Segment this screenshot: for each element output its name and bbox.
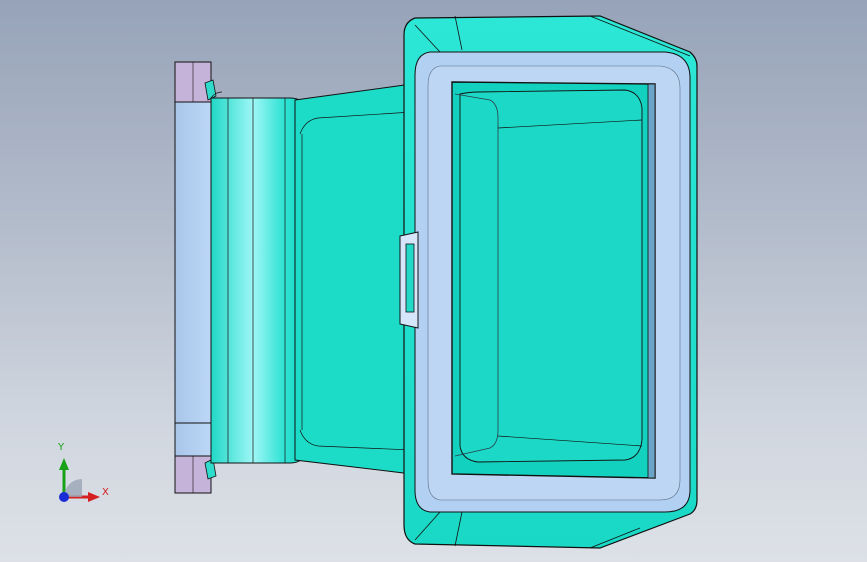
duct-neck[interactable] [210, 91, 306, 464]
cad-graphics-viewport[interactable]: X Y [0, 0, 867, 562]
tapered-duct-body[interactable] [294, 83, 413, 475]
y-axis-label: Y [58, 442, 65, 453]
z-axis-dot-icon [59, 492, 69, 502]
duct-adapter-model[interactable] [0, 0, 867, 562]
mounting-flange[interactable] [174, 61, 217, 494]
inner-opening[interactable] [451, 81, 656, 479]
coordinate-triad: X Y [50, 440, 120, 510]
side-latch[interactable] [399, 231, 419, 329]
x-axis-label: X [102, 487, 109, 498]
